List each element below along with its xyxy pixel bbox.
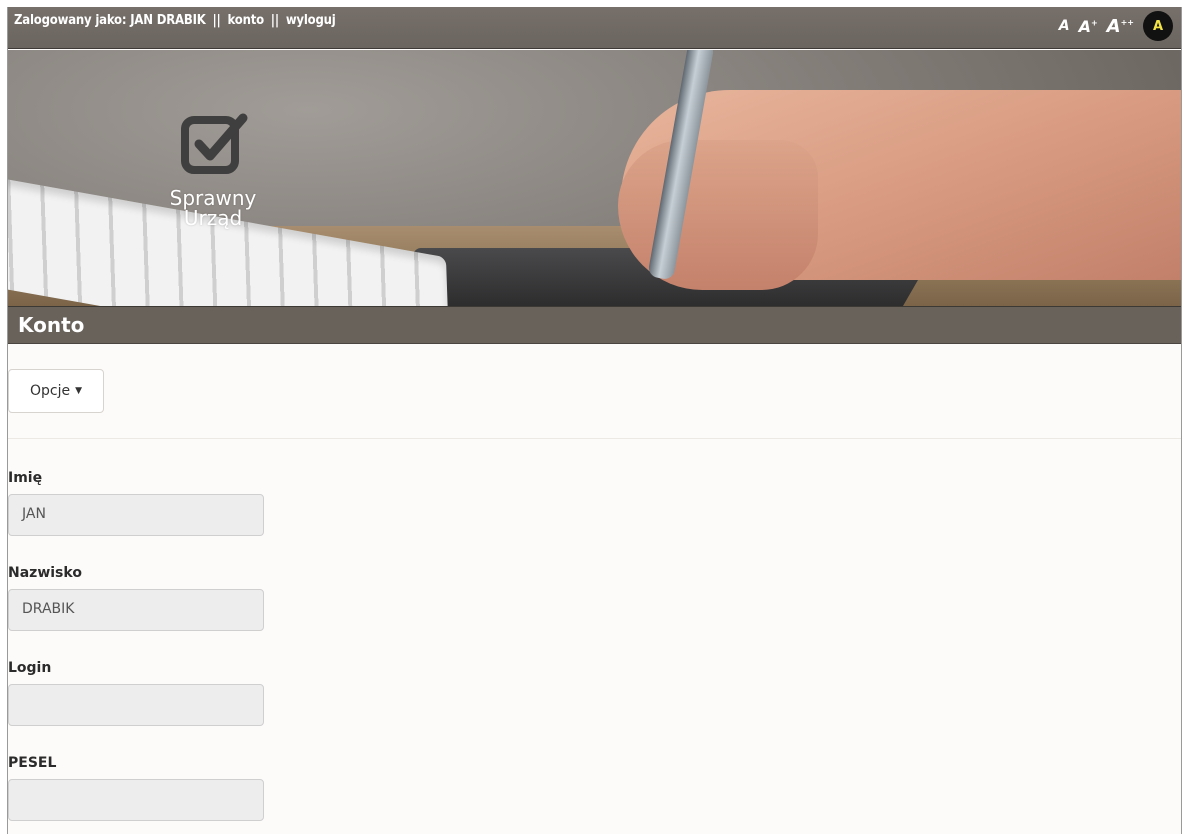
last-name-group: Nazwisko DRABIK bbox=[8, 565, 264, 631]
separator: || bbox=[212, 13, 221, 28]
divider bbox=[8, 438, 1181, 439]
font-size-largest-sup: ++ bbox=[1120, 17, 1134, 27]
last-name-field[interactable]: DRABIK bbox=[8, 589, 264, 631]
last-name-label: Nazwisko bbox=[8, 565, 82, 581]
caret-down-icon: ▼ bbox=[75, 386, 83, 396]
high-contrast-button[interactable]: A bbox=[1143, 11, 1173, 41]
first-name-group: Imię JAN bbox=[8, 470, 264, 536]
logo-text-line1: Sprawny bbox=[169, 186, 257, 210]
top-bar: Zalogowany jako: JAN DRABIK || konto || … bbox=[8, 7, 1181, 49]
logo-text-line2: Urząd bbox=[183, 206, 243, 230]
accessibility-tools: A A+ A++ A bbox=[1059, 10, 1173, 42]
font-size-largest-label: A bbox=[1106, 15, 1121, 37]
font-size-larger-button[interactable]: A+ bbox=[1079, 17, 1098, 36]
font-size-normal-button[interactable]: A bbox=[1059, 18, 1070, 34]
options-dropdown-button[interactable]: Opcje ▼ bbox=[8, 369, 104, 413]
page-title: Konto bbox=[18, 313, 85, 337]
options-label: Opcje bbox=[29, 383, 71, 399]
font-size-largest-button[interactable]: A++ bbox=[1107, 16, 1134, 37]
separator: || bbox=[270, 13, 279, 28]
font-size-larger-label: A bbox=[1078, 16, 1091, 36]
font-size-normal-label: A bbox=[1058, 18, 1070, 34]
first-name-label: Imię bbox=[8, 470, 43, 486]
logout-link[interactable]: wyloguj bbox=[286, 13, 336, 28]
pesel-field[interactable] bbox=[8, 779, 264, 821]
logged-in-as-text: Zalogowany jako: JAN DRABIK bbox=[14, 13, 206, 28]
font-size-larger-sup: + bbox=[1090, 18, 1098, 28]
checkbox-logo-icon bbox=[181, 113, 248, 174]
user-info: Zalogowany jako: JAN DRABIK || konto || … bbox=[14, 13, 336, 28]
login-group: Login bbox=[8, 660, 264, 726]
first-name-field[interactable]: JAN bbox=[8, 494, 264, 536]
login-field[interactable] bbox=[8, 684, 264, 726]
account-link[interactable]: konto bbox=[228, 13, 265, 28]
logo[interactable]: Sprawny Urząd bbox=[158, 110, 268, 228]
page-frame: Zalogowany jako: JAN DRABIK || konto || … bbox=[7, 7, 1182, 834]
pesel-label: PESEL bbox=[8, 755, 57, 771]
pesel-group: PESEL bbox=[8, 755, 264, 821]
login-label: Login bbox=[8, 660, 52, 676]
page-title-bar: Konto bbox=[8, 306, 1181, 344]
header-banner: Sprawny Urząd bbox=[8, 50, 1181, 306]
